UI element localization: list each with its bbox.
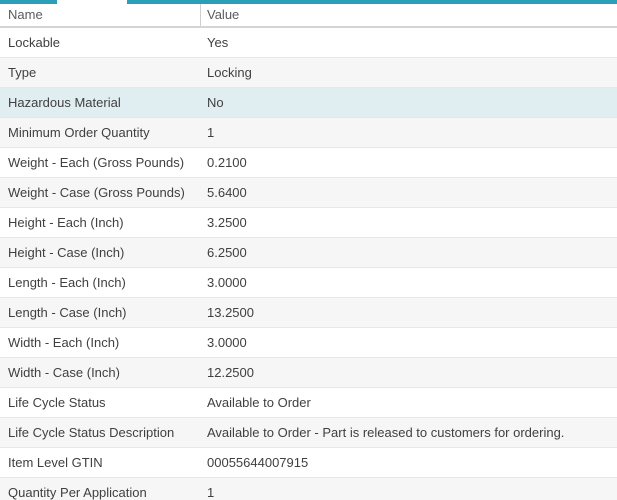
attribute-name-cell: Height - Case (Inch) — [0, 245, 207, 260]
table-row[interactable]: Life Cycle Status Description Available … — [0, 418, 617, 448]
attribute-name-cell: Item Level GTIN — [0, 455, 207, 470]
attribute-value-cell: Available to Order - Part is released to… — [207, 425, 617, 440]
table-row[interactable]: Minimum Order Quantity 1 — [0, 118, 617, 148]
attribute-name-cell: Width - Case (Inch) — [0, 365, 207, 380]
attribute-name-cell: Width - Each (Inch) — [0, 335, 207, 350]
attribute-name-cell: Weight - Case (Gross Pounds) — [0, 185, 207, 200]
table-body: Lockable Yes Type Locking Hazardous Mate… — [0, 28, 617, 500]
attribute-value-cell: 0.2100 — [207, 155, 617, 170]
attribute-name-cell: Hazardous Material — [0, 95, 207, 110]
attribute-value-cell: 6.2500 — [207, 245, 617, 260]
attribute-value-cell: No — [207, 95, 617, 110]
attribute-name-cell: Quantity Per Application — [0, 485, 207, 500]
table-row[interactable]: Hazardous Material No — [0, 88, 617, 118]
attribute-name-cell: Life Cycle Status Description — [0, 425, 207, 440]
attribute-name-cell: Length - Each (Inch) — [0, 275, 207, 290]
table-row[interactable]: Width - Case (Inch) 12.2500 — [0, 358, 617, 388]
attribute-value-cell: 3.0000 — [207, 335, 617, 350]
attribute-name-cell: Life Cycle Status — [0, 395, 207, 410]
attribute-value-cell: 00055644007915 — [207, 455, 617, 470]
tab-indicator-bar — [0, 0, 617, 4]
table-row[interactable]: Height - Case (Inch) 6.2500 — [0, 238, 617, 268]
attributes-panel: Name Value Lockable Yes Type Locking Haz… — [0, 0, 617, 500]
table-row[interactable]: Width - Each (Inch) 3.0000 — [0, 328, 617, 358]
attribute-name-cell: Minimum Order Quantity — [0, 125, 207, 140]
column-header-value[interactable]: Value — [201, 4, 617, 26]
attribute-value-cell: 1 — [207, 125, 617, 140]
active-tab-notch — [57, 0, 127, 4]
attribute-value-cell: Yes — [207, 35, 617, 50]
attribute-value-cell: 12.2500 — [207, 365, 617, 380]
table-row[interactable]: Quantity Per Application 1 — [0, 478, 617, 500]
attribute-value-cell: Available to Order — [207, 395, 617, 410]
attribute-value-cell: Locking — [207, 65, 617, 80]
attribute-value-cell: 1 — [207, 485, 617, 500]
table-row[interactable]: Length - Case (Inch) 13.2500 — [0, 298, 617, 328]
table-row[interactable]: Weight - Each (Gross Pounds) 0.2100 — [0, 148, 617, 178]
table-row[interactable]: Type Locking — [0, 58, 617, 88]
attribute-value-cell: 5.6400 — [207, 185, 617, 200]
column-header-name[interactable]: Name — [0, 4, 201, 26]
attribute-value-cell: 3.0000 — [207, 275, 617, 290]
table-row[interactable]: Life Cycle Status Available to Order — [0, 388, 617, 418]
attribute-name-cell: Length - Case (Inch) — [0, 305, 207, 320]
table-row[interactable]: Height - Each (Inch) 3.2500 — [0, 208, 617, 238]
attribute-name-cell: Lockable — [0, 35, 207, 50]
attribute-name-cell: Height - Each (Inch) — [0, 215, 207, 230]
attribute-value-cell: 13.2500 — [207, 305, 617, 320]
table-row[interactable]: Item Level GTIN 00055644007915 — [0, 448, 617, 478]
table-row[interactable]: Lockable Yes — [0, 28, 617, 58]
table-header: Name Value — [0, 4, 617, 28]
attribute-name-cell: Weight - Each (Gross Pounds) — [0, 155, 207, 170]
table-row[interactable]: Weight - Case (Gross Pounds) 5.6400 — [0, 178, 617, 208]
table-row[interactable]: Length - Each (Inch) 3.0000 — [0, 268, 617, 298]
attribute-value-cell: 3.2500 — [207, 215, 617, 230]
attribute-name-cell: Type — [0, 65, 207, 80]
